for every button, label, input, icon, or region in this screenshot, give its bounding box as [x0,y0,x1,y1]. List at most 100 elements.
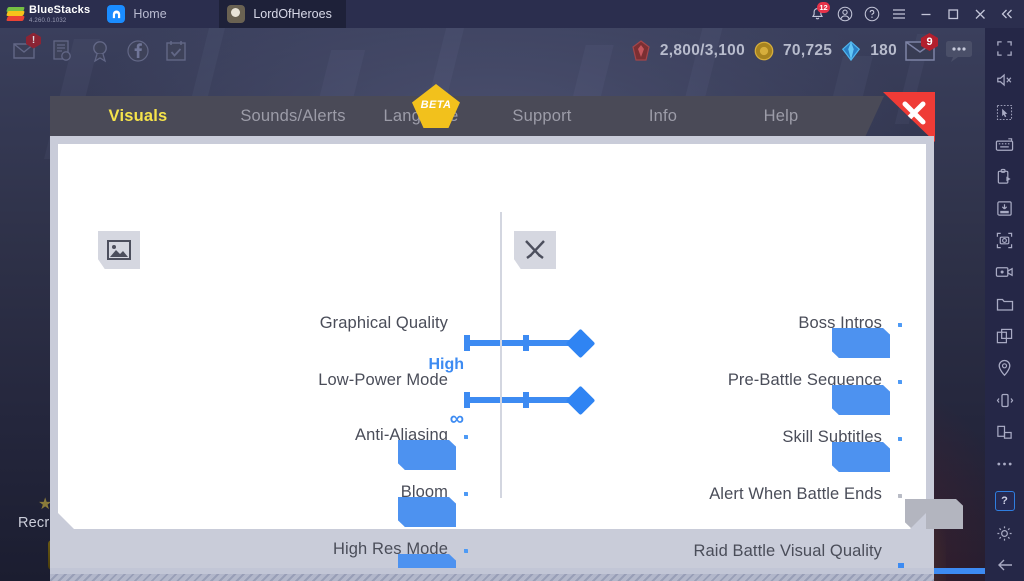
setting-boss-intros: Boss Intros [500,300,902,358]
facebook-icon[interactable] [122,36,153,67]
slider-tick-0 [464,335,470,351]
tab-help[interactable]: Help [724,96,838,136]
tab-support[interactable]: Support [482,96,602,136]
toggle-body [898,323,902,327]
gold-coin-icon [751,38,777,64]
hud-left-icons: ! [0,32,191,67]
tab-sounds-alerts[interactable]: Sounds/Alerts [226,96,360,136]
fullscreen-icon[interactable] [985,32,1024,64]
tab-info[interactable]: Info [602,96,724,136]
achievement-medal-icon[interactable] [84,36,115,67]
cursor-select-icon[interactable] [985,96,1024,128]
video-record-icon[interactable] [985,256,1024,288]
toggle-body [898,494,902,498]
gem-icon [838,38,864,64]
dialog-content-panel: Graphical Quality High Low-Power Mode ∞ … [58,144,985,581]
settings-gear-icon[interactable] [985,517,1024,549]
stamina-value: 2,800/3,100 [659,42,746,59]
bluestacks-stack-icon [6,6,25,22]
battle-settings-column: Boss Intros Pre-Battle Sequence Skill Su… [500,144,985,579]
dialog-tabbar-notch [838,96,884,136]
setting-bloom: Bloom [58,469,468,527]
dialog-body: Graphical Quality High Low-Power Mode ∞ … [50,136,985,581]
macro-recorder-icon[interactable] [985,160,1024,192]
keyboard-controls-icon[interactable] [985,128,1024,160]
more-options-icon[interactable] [985,448,1024,480]
close-icon[interactable] [966,0,993,28]
multi-instance-icon[interactable] [985,320,1024,352]
setting-label: Graphical Quality [319,313,448,332]
screenshot-icon[interactable] [985,224,1024,256]
game-icon [227,5,246,23]
app-version: 4.260.0.1032 [29,17,67,24]
dialog-footer-stripes [50,568,934,581]
titlebar-tab-home[interactable]: Home [99,0,219,28]
gold-stat: 70,725 [751,38,832,64]
beta-badge-label: BETA [420,99,452,111]
toggle-knob [398,440,456,470]
stamina-icon [628,38,654,64]
toggle-knob [398,497,456,527]
setting-alert-when-battle-ends: Alert When Battle Ends [500,471,963,529]
account-icon[interactable] [831,0,858,28]
toggle-body [464,549,468,553]
titlebar-controls: 12 [804,0,1024,28]
setting-label: Raid Battle Visual Quality [693,541,882,560]
toggle-knob [832,442,890,472]
tab-visuals[interactable]: Visuals [50,96,226,136]
media-folder-icon[interactable] [985,288,1024,320]
hud-stats: 2,800/3,100 70,725 180 9 [628,33,985,64]
bluestacks-sidebar: ? [985,28,1024,581]
titlebar-tab-label: Home [133,7,167,21]
back-arrow-icon[interactable] [985,549,1024,581]
setting-high-res-mode: High Res Mode [58,526,468,581]
titlebar-tab-label: LordOfHeroes [253,7,332,21]
double-chevron-left-icon[interactable] [993,0,1020,28]
column-divider [500,212,502,498]
setting-anti-aliasing: Anti-Aliasing [58,412,468,470]
quest-settings-icon[interactable] [46,36,77,67]
game-canvas: ! 2,800/3,100 70,725 180 9 ★ Recruit Vis… [0,28,985,581]
home-icon [107,5,126,23]
toggle-knob [905,499,963,529]
location-icon[interactable] [985,352,1024,384]
mail-icon[interactable]: 9 [903,33,938,64]
toggle-body [464,435,468,439]
mute-icon[interactable] [985,64,1024,96]
titlebar-tab-lordofheroes[interactable]: LordOfHeroes [219,0,346,28]
dialog-close-button[interactable] [883,92,935,142]
rotate-icon[interactable] [985,416,1024,448]
help-icon[interactable]: ? [985,485,1024,517]
image-picture-icon [98,231,140,269]
app-name: BlueStacks [29,3,91,16]
visual-settings-column: Graphical Quality High Low-Power Mode ∞ … [58,144,596,581]
crossed-swords-icon [514,231,556,269]
shake-icon[interactable] [985,384,1024,416]
toggle-body [898,437,902,441]
minimize-icon[interactable] [912,0,939,28]
toggle-knob [832,385,890,415]
maximize-icon[interactable] [939,0,966,28]
setting-label: Low-Power Mode [318,370,448,389]
setting-low-power-mode: Low-Power Mode ∞ [58,357,596,429]
setting-label: Alert When Battle Ends [709,484,882,503]
gold-value: 70,725 [783,42,833,59]
notification-badge: 12 [817,2,830,13]
gem-stat: 180 [838,38,897,64]
setting-skill-subtitles: Skill Subtitles [500,414,902,472]
chat-icon[interactable] [943,38,975,64]
hamburger-menu-icon[interactable] [885,0,912,28]
slider-tick-0 [464,392,470,408]
settings-dialog: Visuals Sounds/Alerts Language Support I… [50,84,985,581]
setting-pre-battle-sequence: Pre-Battle Sequence [500,357,902,415]
toggle-body [898,380,902,384]
attendance-calendar-icon[interactable] [160,36,191,67]
mail-alert-icon[interactable]: ! [8,32,41,67]
setting-graphical-quality: Graphical Quality High [58,300,596,373]
bell-icon[interactable]: 12 [804,0,831,28]
bluestacks-titlebar: BlueStacks 4.260.0.1032 Home LordOfHeroe… [0,0,1024,28]
toggle-knob [832,328,890,358]
gem-value: 180 [870,42,897,59]
help-circle-icon[interactable] [858,0,885,28]
install-apk-icon[interactable] [985,192,1024,224]
